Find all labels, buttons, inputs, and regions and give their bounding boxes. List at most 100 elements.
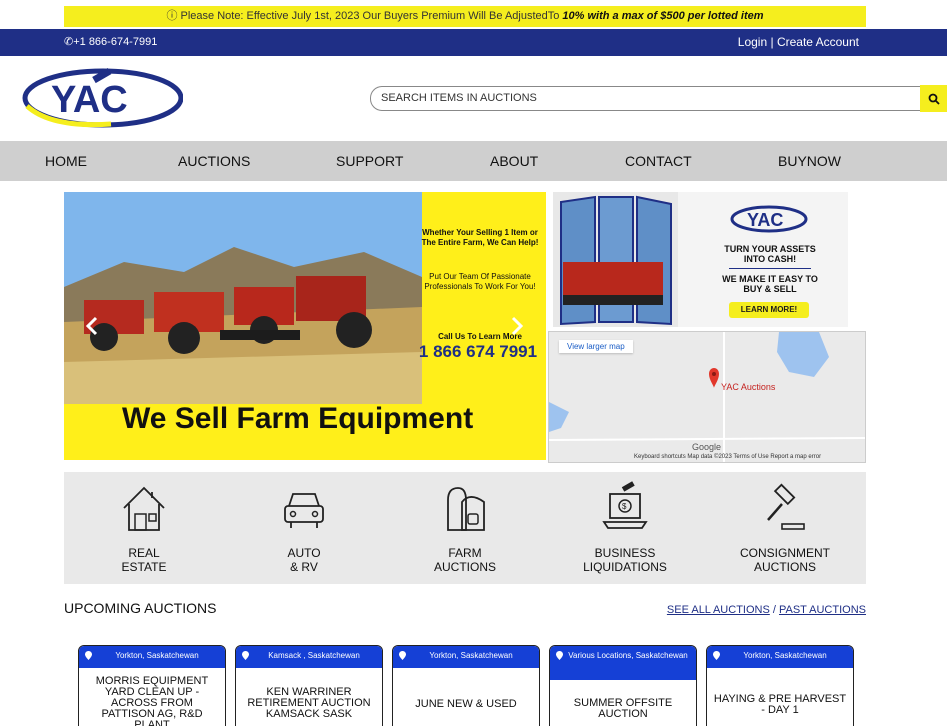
auction-card[interactable]: Yorkton, Saskatchewan MORRIS EQUIPMENT Y…: [78, 645, 226, 726]
see-all-auctions-link[interactable]: SEE ALL AUCTIONS: [667, 604, 770, 616]
notice-highlight: 10% with a max of $500 per lotted item: [562, 10, 764, 22]
auction-card[interactable]: Various Locations, Saskatchewan SUMMER O…: [549, 645, 697, 726]
promo-line-1: TURN YOUR ASSETS INTO CASH!: [724, 244, 816, 264]
nav-contact[interactable]: CONTACT: [625, 141, 692, 181]
hero-slider[interactable]: Whether Your Selling 1 Item or The Entir…: [64, 192, 546, 460]
category-farm-auctions[interactable]: FARM AUCTIONS: [400, 480, 530, 574]
category-real-estate-line2: ESTATE: [121, 560, 167, 574]
category-real-estate-label: REAL ESTATE: [79, 546, 209, 574]
auction-card[interactable]: Kamsack , Saskatchewan KEN WARRINER RETI…: [235, 645, 383, 726]
promo-banner[interactable]: YAC TURN YOUR ASSETS INTO CASH! WE MAKE …: [553, 192, 848, 327]
notice-banner: ⓘ Please Note: Effective July 1st, 2023 …: [64, 6, 866, 27]
location-pin-icon: [242, 651, 249, 660]
map-footer[interactable]: Keyboard shortcuts Map data ©2023 Terms …: [634, 454, 821, 460]
category-farm-auctions-line2: AUCTIONS: [433, 560, 496, 574]
nav-buynow[interactable]: BUYNOW: [778, 141, 841, 181]
category-farm-auctions-line1: FARM: [448, 546, 482, 560]
farm-equipment-photo: [64, 192, 422, 404]
google-logo: Google: [692, 442, 722, 452]
category-real-estate[interactable]: REAL ESTATE: [79, 480, 209, 574]
site-logo[interactable]: YAC: [21, 66, 184, 128]
laptop-money-icon: $: [602, 481, 648, 529]
auction-title: KEN WARRINER RETIREMENT AUCTION KAMSACK …: [247, 686, 371, 720]
auction-location-text: Yorkton, Saskatchewan: [429, 651, 513, 660]
auction-location-text: Kamsack , Saskatchewan: [268, 651, 360, 660]
see-all-links: SEE ALL AUCTIONS / PAST AUCTIONS: [667, 604, 866, 616]
nav-auctions[interactable]: AUCTIONS: [178, 141, 250, 181]
auction-card[interactable]: Yorkton, Saskatchewan HAYING & PRE HARVE…: [706, 645, 854, 726]
logo-text: YAC: [51, 79, 128, 121]
search-icon: [928, 93, 940, 105]
location-pin-icon: [713, 651, 720, 660]
auction-location-text: Yorkton, Saskatchewan: [743, 651, 827, 660]
create-account-link[interactable]: Create Account: [777, 35, 859, 49]
gavel-icon: [767, 483, 805, 530]
auction-title: MORRIS EQUIPMENT YARD CLEAN UP - ACROSS …: [95, 675, 209, 726]
view-larger-map-link[interactable]: View larger map: [559, 340, 633, 353]
location-pin-icon: [85, 651, 92, 660]
promo-line-2: WE MAKE IT EASY TO BUY & SELL: [722, 274, 818, 294]
svg-text:$: $: [622, 502, 627, 511]
search-button[interactable]: [920, 85, 947, 112]
links-separator: /: [769, 604, 779, 616]
top-bar: ✆+1 866-674-7991 Login | Create Account: [0, 29, 947, 56]
upcoming-heading: UPCOMING AUCTIONS: [64, 600, 217, 616]
category-auto-rv-line2: & RV: [290, 560, 318, 574]
car-icon: [284, 493, 324, 528]
promo-divider: [729, 268, 811, 269]
location-pin-icon: [556, 651, 563, 660]
auction-location: Yorkton, Saskatchewan: [79, 646, 225, 668]
category-farm-auctions-label: FARM AUCTIONS: [400, 546, 530, 574]
past-auctions-link[interactable]: PAST AUCTIONS: [779, 604, 866, 616]
hero-phone[interactable]: 1 866 674 7991: [408, 342, 546, 362]
category-strip: REAL ESTATE AUTO & RV FARM AUCTIONS $ BU…: [64, 472, 866, 584]
main-nav: HOME AUCTIONS SUPPORT ABOUT CONTACT BUYN…: [0, 141, 947, 181]
category-consignment-auctions-label: CONSIGNMENT AUCTIONS: [720, 546, 850, 574]
category-auto-rv[interactable]: AUTO & RV: [239, 480, 369, 574]
location-pin-icon: [399, 651, 406, 660]
category-business-liquidations[interactable]: $ BUSINESS LIQUIDATIONS: [560, 480, 690, 574]
auction-card[interactable]: Yorkton, Saskatchewan JUNE NEW & USED: [392, 645, 540, 726]
auction-location: Various Locations, Saskatchewan: [550, 646, 696, 680]
promo-logo: YAC: [730, 205, 808, 233]
slider-next-button[interactable]: [507, 316, 527, 336]
category-auto-rv-line1: AUTO: [287, 546, 321, 560]
account-links: Login | Create Account: [738, 29, 859, 56]
auction-location: Kamsack , Saskatchewan: [236, 646, 382, 668]
location-map[interactable]: View larger map YAC Auctions Google Keyb…: [548, 331, 866, 463]
nav-support[interactable]: SUPPORT: [336, 141, 403, 181]
hero-pitch-2: Put Our Team Of Passionate Professionals…: [424, 272, 536, 291]
learn-more-button[interactable]: LEARN MORE!: [729, 302, 809, 318]
account-separator: |: [767, 35, 777, 49]
auction-title: JUNE NEW & USED: [415, 698, 517, 710]
barn-icon: [447, 487, 485, 531]
auction-location-text: Yorkton, Saskatchewan: [115, 651, 199, 660]
category-consignment-auctions[interactable]: CONSIGNMENT AUCTIONS: [720, 480, 850, 574]
category-auto-rv-label: AUTO & RV: [239, 546, 369, 574]
promo-logo-text: YAC: [747, 210, 783, 230]
auction-location-text: Various Locations, Saskatchewan: [568, 651, 688, 660]
search-input[interactable]: SEARCH ITEMS IN AUCTIONS: [370, 86, 922, 111]
auction-title: HAYING & PRE HARVEST - DAY 1: [713, 693, 847, 716]
category-consignment-auctions-line2: AUCTIONS: [753, 560, 816, 574]
auction-title: SUMMER OFFSITE AUCTION: [573, 697, 673, 720]
auction-location: Yorkton, Saskatchewan: [393, 646, 539, 668]
hero-pitch: Whether Your Selling 1 Item or The Entir…: [421, 228, 539, 247]
notice-text: ⓘ Please Note: Effective July 1st, 2023 …: [166, 10, 563, 22]
category-business-liquidations-label: BUSINESS LIQUIDATIONS: [560, 546, 690, 574]
auction-location: Yorkton, Saskatchewan: [707, 646, 853, 668]
hero-title: We Sell Farm Equipment: [122, 402, 474, 435]
category-business-liquidations-line2: LIQUIDATIONS: [583, 560, 667, 574]
chevron-left-icon: [85, 316, 98, 336]
header-phone[interactable]: ✆+1 866-674-7991: [64, 29, 157, 56]
category-real-estate-line1: REAL: [128, 546, 160, 560]
category-consignment-auctions-line1: CONSIGNMENT: [740, 546, 830, 560]
nav-home[interactable]: HOME: [45, 141, 87, 181]
promo-photo: [553, 192, 678, 327]
chevron-right-icon: [511, 316, 524, 336]
login-link[interactable]: Login: [738, 35, 767, 49]
slider-prev-button[interactable]: [82, 316, 102, 336]
nav-about[interactable]: ABOUT: [490, 141, 538, 181]
map-pin-label[interactable]: YAC Auctions: [721, 382, 775, 392]
category-business-liquidations-line1: BUSINESS: [594, 546, 656, 560]
